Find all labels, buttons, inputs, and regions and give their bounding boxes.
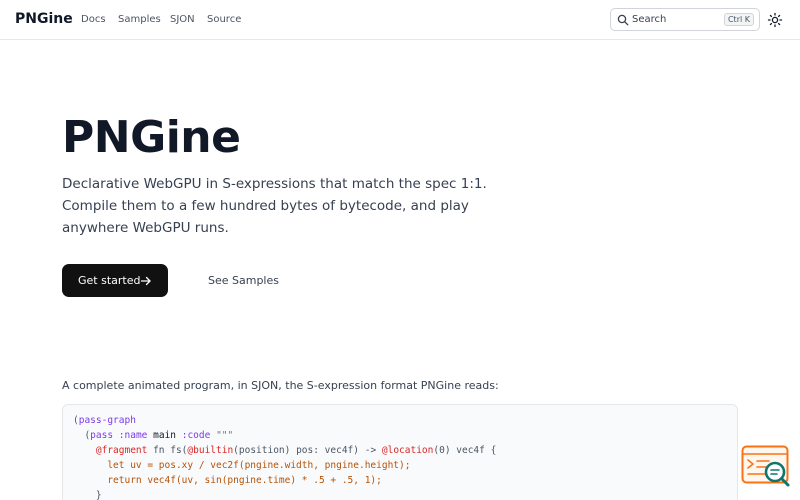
search-label: Search: [632, 14, 667, 25]
brand-logo-link[interactable]: PNGine: [15, 11, 73, 27]
code-line-6: }: [73, 490, 102, 500]
see-samples-link[interactable]: See Samples: [208, 274, 279, 287]
search-button[interactable]: Search Ctrl K: [610, 8, 760, 31]
nav-link-docs[interactable]: Docs: [81, 14, 106, 25]
code-line-1: (pass-graph: [73, 415, 136, 426]
search-shortcut-badge: Ctrl K: [723, 13, 754, 26]
top-navbar: PNGine Docs Samples SJON Source Search C…: [0, 0, 800, 40]
hero-title: PNGine: [62, 112, 241, 163]
get-started-label: Get started: [78, 274, 141, 287]
arrow-right-icon: [140, 276, 151, 286]
chat-search-icon[interactable]: [741, 445, 791, 489]
nav-link-source[interactable]: Source: [207, 14, 241, 25]
hero-description: Declarative WebGPU in S-expressions that…: [62, 176, 487, 236]
code-line-3: @fragment fn fs(@builtin(position) pos: …: [73, 445, 497, 456]
sun-icon[interactable]: [767, 12, 783, 28]
code-line-5: return vec4f(uv, sin(pngine.time) * .5 +…: [73, 475, 382, 486]
code-intro-text: A complete animated program, in SJON, th…: [62, 379, 499, 392]
code-block: (pass-graph (pass :name main :code """ @…: [62, 404, 738, 500]
search-icon: [617, 14, 629, 26]
code-line-4: let uv = pos.xy / vec2f(pngine.width, pn…: [73, 460, 411, 471]
nav-link-samples[interactable]: Samples: [118, 14, 161, 25]
nav-link-sjon[interactable]: SJON: [170, 14, 195, 25]
code-line-2: (pass :name main :code """: [73, 430, 234, 441]
get-started-button[interactable]: Get started: [62, 264, 168, 297]
